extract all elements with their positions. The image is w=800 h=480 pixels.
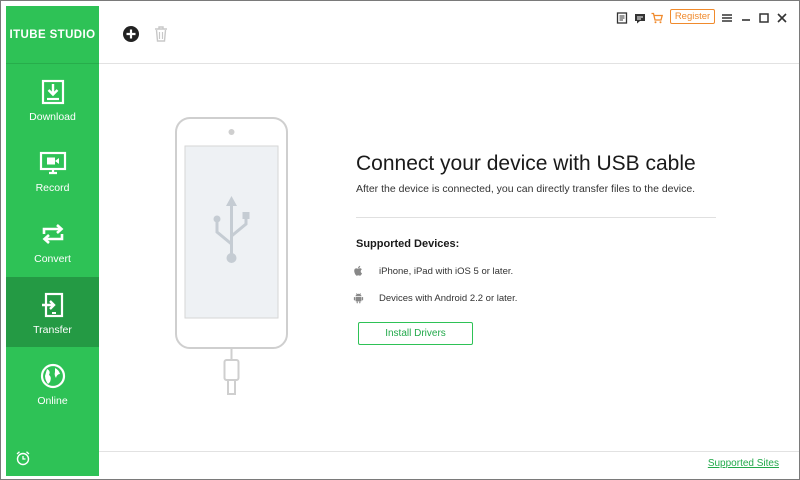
supported-devices-heading: Supported Devices: [356, 238, 460, 250]
sidebar-item-label: Download [29, 111, 76, 123]
divider [356, 217, 716, 218]
app-title: ITUBE STUDIO [6, 6, 99, 64]
android-icon [353, 293, 364, 304]
page-title: Connect your device with USB cable [356, 152, 696, 175]
close-icon[interactable] [776, 10, 788, 26]
sidebar-item-online[interactable]: Online [6, 348, 99, 418]
supported-sites-link[interactable]: Supported Sites [708, 458, 779, 469]
trash-icon[interactable] [151, 24, 171, 44]
notes-icon[interactable] [616, 10, 628, 26]
add-circle-icon[interactable] [121, 24, 141, 44]
device-text: Devices with Android 2.2 or later. [379, 293, 518, 304]
online-icon [40, 363, 66, 389]
main-panel: Connect your device with USB cable After… [99, 64, 799, 451]
cart-icon[interactable] [651, 10, 663, 26]
sidebar-item-label: Convert [34, 253, 71, 265]
sidebar-item-convert[interactable]: Convert [6, 206, 99, 276]
minimize-icon[interactable] [740, 10, 752, 26]
apple-icon [354, 265, 363, 276]
download-icon [41, 79, 65, 105]
sidebar-item-transfer[interactable]: Transfer [6, 277, 99, 347]
app-window: ITUBE STUDIO Download Record Convert Tra… [0, 0, 800, 480]
feedback-icon[interactable] [634, 10, 646, 26]
sidebar-item-record[interactable]: Record [6, 135, 99, 205]
page-subtitle: After the device is connected, you can d… [356, 183, 696, 195]
transfer-icon [42, 292, 64, 318]
convert-icon [42, 224, 64, 244]
menu-icon[interactable] [721, 10, 733, 26]
toolbar: Register [99, 6, 799, 64]
record-icon [39, 151, 67, 175]
sidebar: ITUBE STUDIO Download Record Convert Tra… [6, 6, 99, 476]
sidebar-item-label: Online [37, 395, 68, 407]
footer: Supported Sites [99, 451, 799, 479]
register-button[interactable]: Register [670, 9, 715, 24]
sidebar-item-label: Record [35, 182, 70, 194]
sidebar-item-download[interactable]: Download [6, 64, 99, 134]
phone-illustration [175, 117, 288, 395]
device-text: iPhone, iPad with iOS 5 or later. [379, 266, 514, 277]
alarm-clock-icon[interactable] [15, 450, 31, 466]
install-drivers-button[interactable]: Install Drivers [358, 322, 473, 345]
sidebar-item-label: Transfer [33, 324, 72, 336]
maximize-icon[interactable] [758, 10, 770, 26]
